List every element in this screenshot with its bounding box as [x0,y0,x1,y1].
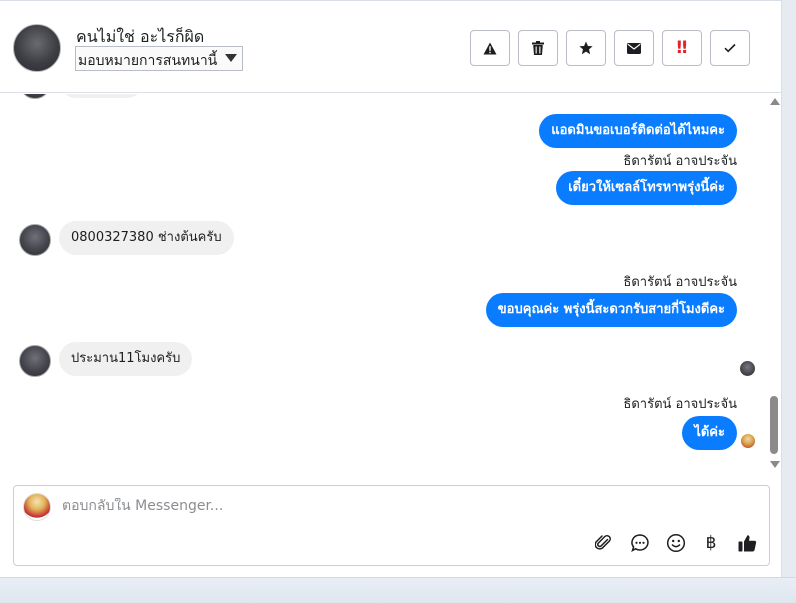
window-bottom-strip [0,577,796,603]
seen-indicator [740,361,755,376]
warning-icon [483,42,497,54]
incoming-message[interactable] [59,94,144,98]
check-icon [724,43,736,53]
agent-name: ธิดารัตน์ อาจประจัน [623,397,737,412]
mark-important-button[interactable]: ‼ [662,30,702,66]
scroll-up-arrow-icon[interactable] [770,98,780,105]
contact-avatar-small [19,94,51,99]
scroll-down-arrow-icon[interactable] [770,461,780,468]
agent-name: ธิดารัตน์ อาจประจัน [623,275,737,290]
assign-conversation-dropdown[interactable]: มอบหมายการสนทนานี้ [75,46,243,71]
conversation-panel: คนไม่ใช่ อะไรก็ผิด มอบหมายการสนทนานี้ ‼ … [0,0,782,577]
contact-avatar[interactable] [13,24,61,72]
thread-scrollbar[interactable] [768,94,781,472]
important-icon: ‼ [676,37,688,58]
assign-conversation-label: มอบหมายการสนทนานี้ [78,53,218,69]
caret-down-icon [225,54,237,62]
trash-icon [532,41,544,55]
baht-icon[interactable]: ฿ [700,532,722,554]
paperclip-icon[interactable] [593,532,615,554]
conversation-header: คนไม่ใช่ อะไรก็ผิด มอบหมายการสนทนานี้ ‼ [0,1,781,93]
agent-avatar [23,493,51,521]
outgoing-message[interactable]: ได้ค่ะ [682,416,737,450]
star-button[interactable] [566,30,606,66]
envelope-icon [627,42,641,54]
thumbs-up-icon[interactable] [736,532,758,554]
outgoing-message[interactable]: แอดมินขอเบอร์ติดต่อได้ไหมคะ [539,114,737,148]
mark-unread-button[interactable] [614,30,654,66]
emoji-icon[interactable] [665,532,687,554]
baht-glyph: ฿ [705,532,717,553]
agent-name: ธิดารัตน์ อาจประจัน [623,154,737,169]
outgoing-message[interactable]: เดี๋ยวให้เซลล์โทรหาพรุ่งนี้ค่ะ [556,171,737,205]
star-icon [579,41,593,55]
contact-avatar-small [19,345,51,377]
contact-avatar-small [19,224,51,256]
reply-input[interactable] [62,498,752,514]
agent-seen-indicator [741,434,755,448]
incoming-message[interactable]: ประมาน11โมงครับ [59,342,193,376]
outgoing-message[interactable]: ขอบคุณค่ะ พรุ่งนี้สะดวกรับสายกี่โมงดีคะ [485,293,737,327]
saved-reply-icon[interactable] [629,532,651,554]
report-spam-button[interactable] [470,30,510,66]
scrollbar-thumb[interactable] [770,396,778,454]
reply-composer: ฿ [13,485,770,566]
incoming-message[interactable]: 0800327380 ช่างต้นครับ [59,221,234,255]
message-thread[interactable]: แอดมินขอเบอร์ติดต่อได้ไหมคะ ธิดารัตน์ อา… [0,94,768,472]
mark-done-button[interactable] [710,30,750,66]
delete-button[interactable] [518,30,558,66]
